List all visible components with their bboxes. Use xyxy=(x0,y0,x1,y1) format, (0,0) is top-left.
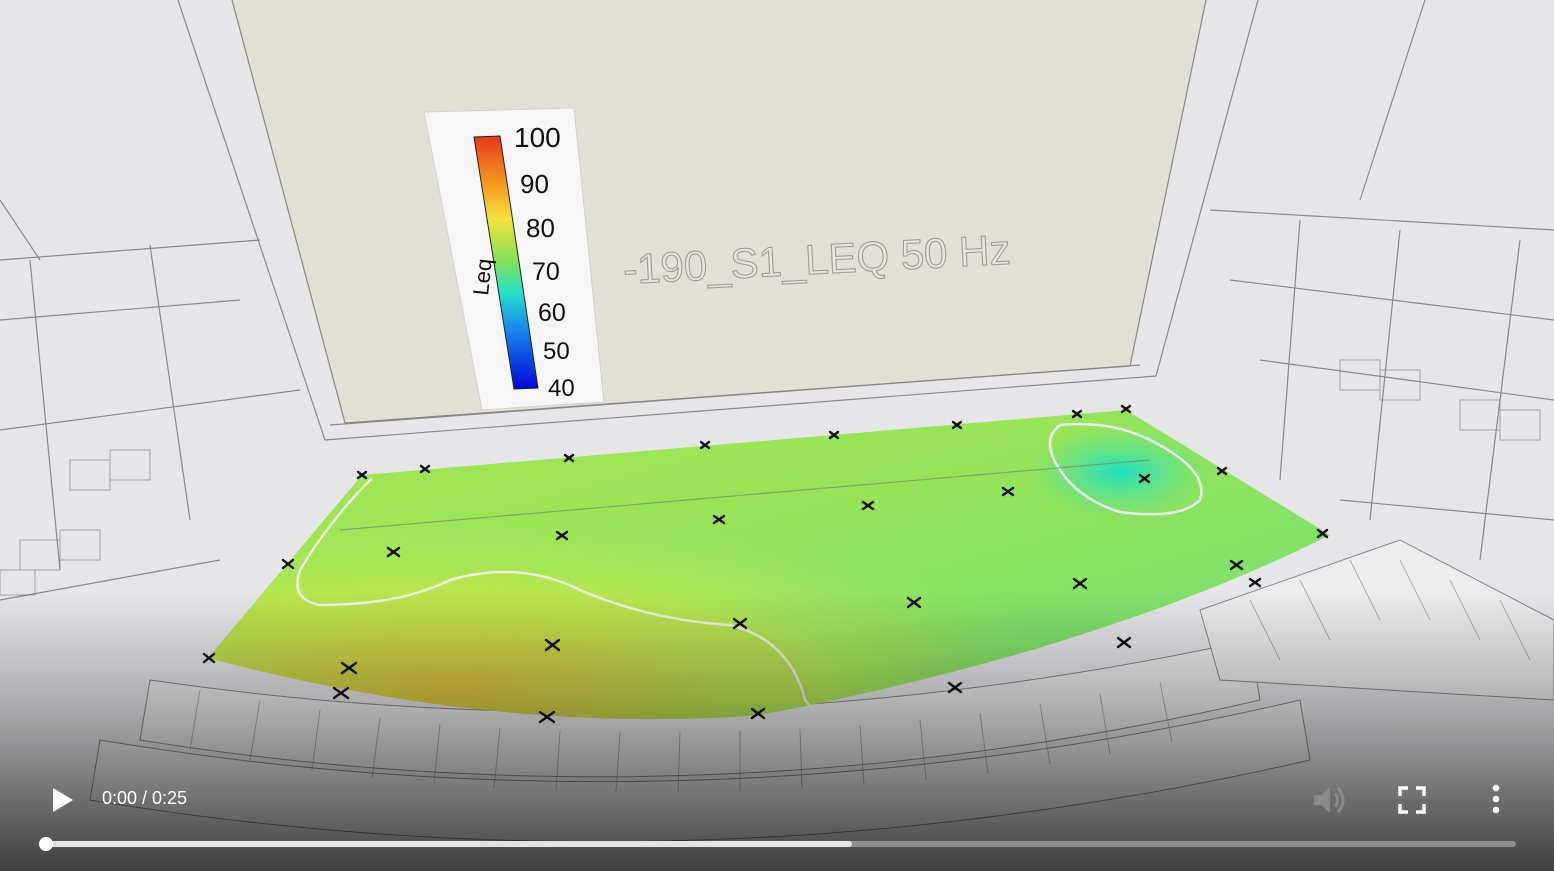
buffered-bar xyxy=(46,841,852,847)
legend-tick: 70 xyxy=(532,258,560,286)
progress-bar[interactable] xyxy=(39,837,1516,851)
fullscreen-button[interactable] xyxy=(1390,778,1434,822)
scrub-handle[interactable] xyxy=(39,837,53,851)
volume-icon xyxy=(1314,787,1345,813)
more-options-button[interactable] xyxy=(1476,778,1516,822)
legend-tick: 50 xyxy=(543,338,570,365)
time-display: 0:00 / 0:25 xyxy=(102,788,188,808)
legend-tick: 100 xyxy=(514,122,561,153)
legend-quantity-label: Leq xyxy=(468,257,497,296)
legend-tick: 90 xyxy=(520,169,549,199)
back-wall xyxy=(232,0,1206,423)
legend-tick: 60 xyxy=(538,299,566,327)
legend-tick: 80 xyxy=(526,213,555,243)
volume-button[interactable] xyxy=(1306,778,1352,822)
more-options-icon xyxy=(1492,784,1500,814)
play-icon xyxy=(53,788,73,812)
video-player[interactable]: 100 90 80 70 60 50 40 Leq -190_S1_LEQ 50… xyxy=(0,0,1554,871)
legend-tick: 40 xyxy=(548,375,575,402)
play-button[interactable] xyxy=(40,780,84,820)
fullscreen-icon xyxy=(1398,786,1426,814)
video-frame[interactable]: 100 90 80 70 60 50 40 Leq -190_S1_LEQ 50… xyxy=(0,0,1554,871)
